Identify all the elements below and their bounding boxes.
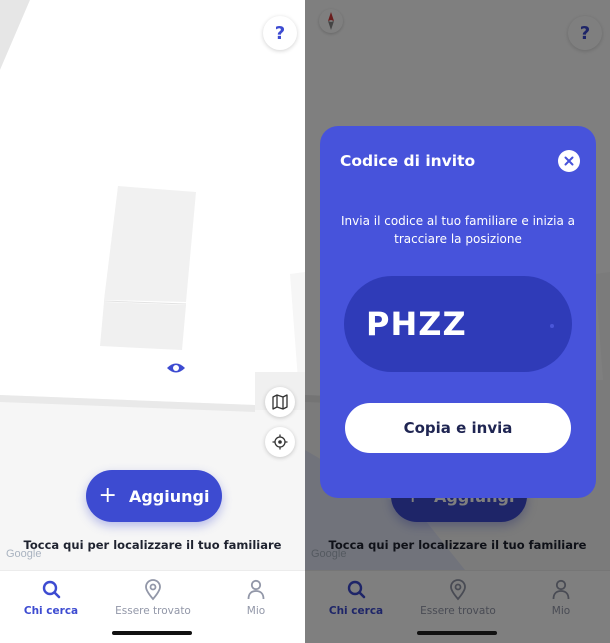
tab-essere-trovato[interactable]: Essere trovato [103, 577, 203, 617]
home-screen: ? + Aggiungi Google Tocca qui per locali… [0, 0, 305, 643]
invite-code-screen: ? + Aggiungi Google Tocca qui per locali… [305, 0, 610, 643]
home-indicator [417, 631, 497, 635]
tab-mio[interactable]: Mio [206, 577, 305, 617]
copy-and-send-button[interactable]: Copia e invia [345, 403, 571, 453]
search-icon [1, 577, 101, 603]
tab-label: Mio [246, 605, 266, 617]
invite-code-dialog: Codice di invito Invia il codice al tuo … [320, 126, 596, 498]
user-location-icon [166, 358, 186, 378]
close-button[interactable] [558, 150, 580, 172]
home-indicator [112, 631, 192, 635]
person-icon [206, 577, 305, 603]
crosshair-icon [272, 434, 288, 450]
add-button-label: Aggiungi [128, 486, 210, 506]
locate-hint[interactable]: Tocca qui per localizzare il tuo familia… [0, 538, 305, 552]
my-location-button[interactable] [265, 427, 295, 457]
map-type-button[interactable] [265, 387, 295, 417]
invite-code: PHZZ [344, 276, 572, 372]
help-button[interactable]: ? [263, 16, 297, 50]
plus-icon: + [98, 483, 117, 508]
dialog-title: Codice di invito [340, 152, 476, 170]
tab-label: Essere trovato [115, 605, 191, 617]
map-icon [272, 394, 288, 410]
close-icon [564, 156, 574, 166]
dialog-description: Invia il codice al tuo familiare e inizi… [341, 214, 575, 246]
add-button[interactable]: + Aggiungi [86, 470, 222, 522]
location-pin-icon [103, 577, 203, 603]
code-dot [550, 324, 554, 328]
tab-label: Chi cerca [23, 605, 79, 617]
tab-chi-cerca[interactable]: Chi cerca [1, 577, 101, 617]
invite-code-value: PHZZ [366, 305, 467, 343]
